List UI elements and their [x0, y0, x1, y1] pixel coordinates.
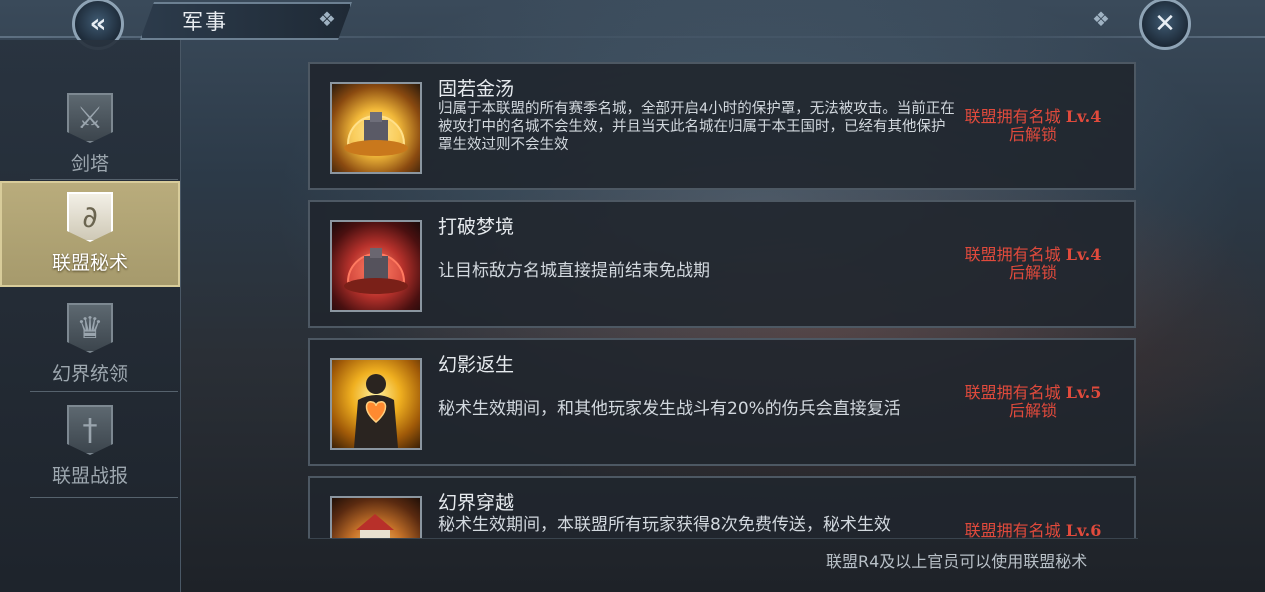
unlock-level: Lv.5 [1065, 383, 1102, 402]
unlock-suffix: 后解锁 [1008, 263, 1057, 282]
close-button[interactable]: ✕ [1139, 0, 1191, 50]
unlock-prefix: 联盟拥有名城 [964, 107, 1061, 126]
double-chevron-left-icon: « [89, 9, 107, 39]
unlock-requirement: 联盟拥有名城 Lv.6 [948, 521, 1118, 539]
heart-warrior-icon [330, 358, 422, 450]
sidebar-item-realm-commander[interactable]: ♛ 幻界统领 [0, 290, 180, 396]
skill-name: 打破梦境 [438, 216, 515, 238]
unlock-prefix: 联盟拥有名城 [964, 383, 1061, 402]
sidebar-item-label: 幻界统领 [51, 363, 128, 385]
unlock-requirement: 联盟拥有名城 Lv.4 后解锁 [948, 246, 1118, 282]
sidebar-item-label: 剑塔 [70, 153, 109, 175]
skill-description: 秘术生效期间，和其他玩家发生战斗有20%的伤兵会直接复活 [438, 399, 901, 419]
sidebar-divider [30, 179, 178, 180]
sidebar-item-label: 联盟战报 [51, 465, 128, 487]
crossed-swords-banner-icon: ⚔ [67, 93, 113, 143]
rune-banner-icon: ∂ [67, 192, 113, 242]
skill-description: 秘术生效期间，本联盟所有玩家获得8次免费传送，秘术生效 [438, 515, 891, 535]
unlock-suffix: 后解锁 [1008, 125, 1057, 144]
skill-card[interactable]: 幻影返生 秘术生效期间，和其他玩家发生战斗有20%的伤兵会直接复活 联盟拥有名城… [308, 338, 1136, 466]
unlock-level: Lv.4 [1065, 245, 1102, 264]
page-title: 军事 [182, 10, 228, 34]
red-dome-castle-icon [330, 220, 422, 312]
sidebar-item-alliance-arcana[interactable]: ∂ 联盟秘术 [0, 181, 180, 287]
sidebar-item-alliance-report[interactable]: † 联盟战报 [0, 392, 180, 498]
permission-note: 联盟R4及以上官员可以使用联盟秘术 [826, 552, 1088, 571]
skill-card[interactable]: 幻界穿越 秘术生效期间，本联盟所有玩家获得8次免费传送，秘术生效 联盟拥有名城 … [308, 476, 1136, 538]
close-icon: ✕ [1154, 9, 1176, 39]
skill-name: 幻影返生 [438, 354, 515, 376]
diamond-ornament-icon: ❖ [318, 7, 336, 31]
unlock-level: Lv.6 [1065, 521, 1102, 539]
skill-card[interactable]: 固若金汤 归属于本联盟的所有赛季名城，全部开启4小时的保护罩，无法被攻击。当前正… [308, 62, 1136, 190]
sidebar-item-label: 联盟秘术 [51, 252, 128, 274]
skill-list[interactable]: 固若金汤 归属于本联盟的所有赛季名城，全部开启4小时的保护罩，无法被攻击。当前正… [308, 62, 1138, 538]
skill-description: 让目标敌方名城直接提前结束免战期 [438, 261, 710, 281]
unlock-suffix: 后解锁 [1008, 401, 1057, 420]
footer-divider [308, 538, 1138, 539]
unlock-prefix: 联盟拥有名城 [964, 245, 1061, 264]
skill-name: 固若金汤 [438, 78, 515, 100]
portal-house-icon [330, 496, 422, 538]
unlock-requirement: 联盟拥有名城 Lv.5 后解锁 [948, 384, 1118, 420]
sidebar-divider [30, 497, 178, 498]
skill-card[interactable]: 打破梦境 让目标敌方名城直接提前结束免战期 联盟拥有名城 Lv.4 后解锁 [308, 200, 1136, 328]
unlock-prefix: 联盟拥有名城 [964, 521, 1061, 539]
sidebar-item-sword-tower[interactable]: ⚔ 剑塔 [0, 80, 180, 186]
skill-description: 归属于本联盟的所有赛季名城，全部开启4小时的保护罩，无法被攻击。当前正在被攻打中… [438, 101, 955, 153]
unlock-level: Lv.4 [1065, 107, 1102, 126]
crown-icon: ♛ [67, 303, 113, 353]
skill-name: 幻界穿越 [438, 492, 515, 514]
sidebar: ⚔ 剑塔 ∂ 联盟秘术 ♛ 幻界统领 † 联盟战报 [0, 40, 181, 592]
diamond-ornament-icon: ❖ [1092, 7, 1110, 31]
unlock-requirement: 联盟拥有名城 Lv.4 后解锁 [948, 108, 1118, 144]
top-bar: « 军事 ❖ ❖ ✕ [0, 0, 1265, 50]
golden-dome-castle-icon [330, 82, 422, 174]
sword-scroll-icon: † [67, 405, 113, 455]
